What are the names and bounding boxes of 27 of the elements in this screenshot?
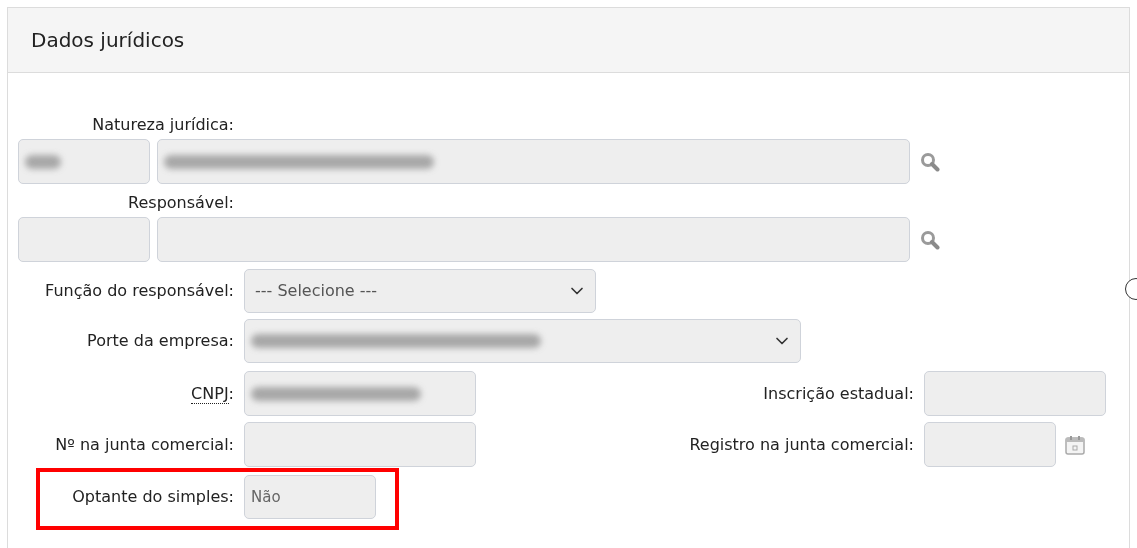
input-field[interactable] bbox=[924, 371, 1106, 416]
field-label: Porte da empresa: bbox=[87, 331, 234, 350]
input-field[interactable]: Não bbox=[244, 475, 376, 519]
description-field[interactable] bbox=[157, 139, 910, 184]
field-label: Optante do simples: bbox=[72, 487, 234, 506]
select-field[interactable] bbox=[244, 319, 801, 363]
search-icon[interactable] bbox=[920, 151, 940, 172]
field-label: Responsável: bbox=[128, 193, 234, 212]
description-field[interactable] bbox=[157, 217, 910, 262]
search-icon[interactable] bbox=[920, 229, 940, 250]
field-label: Registro na junta comercial: bbox=[689, 434, 914, 454]
input-field[interactable] bbox=[244, 371, 476, 416]
select-field[interactable]: --- Selecione --- bbox=[244, 269, 596, 313]
field-label: Natureza jurídica: bbox=[92, 115, 234, 134]
code-field[interactable] bbox=[18, 139, 150, 184]
input-field[interactable] bbox=[924, 422, 1056, 467]
blurred-text bbox=[25, 154, 61, 169]
field-value: Não bbox=[251, 486, 281, 508]
code-field[interactable] bbox=[18, 217, 150, 262]
field-label: Nº na junta comercial: bbox=[55, 434, 234, 454]
panel-title: Dados jurídicos bbox=[31, 27, 185, 54]
select-placeholder: --- Selecione --- bbox=[254, 280, 378, 302]
calendar-icon[interactable] bbox=[1064, 433, 1086, 456]
field-label: Função do responsável: bbox=[45, 281, 234, 300]
input-field[interactable] bbox=[244, 422, 476, 467]
field-label: CNPJ: bbox=[191, 383, 234, 404]
field-label: Inscrição estadual: bbox=[763, 383, 914, 403]
